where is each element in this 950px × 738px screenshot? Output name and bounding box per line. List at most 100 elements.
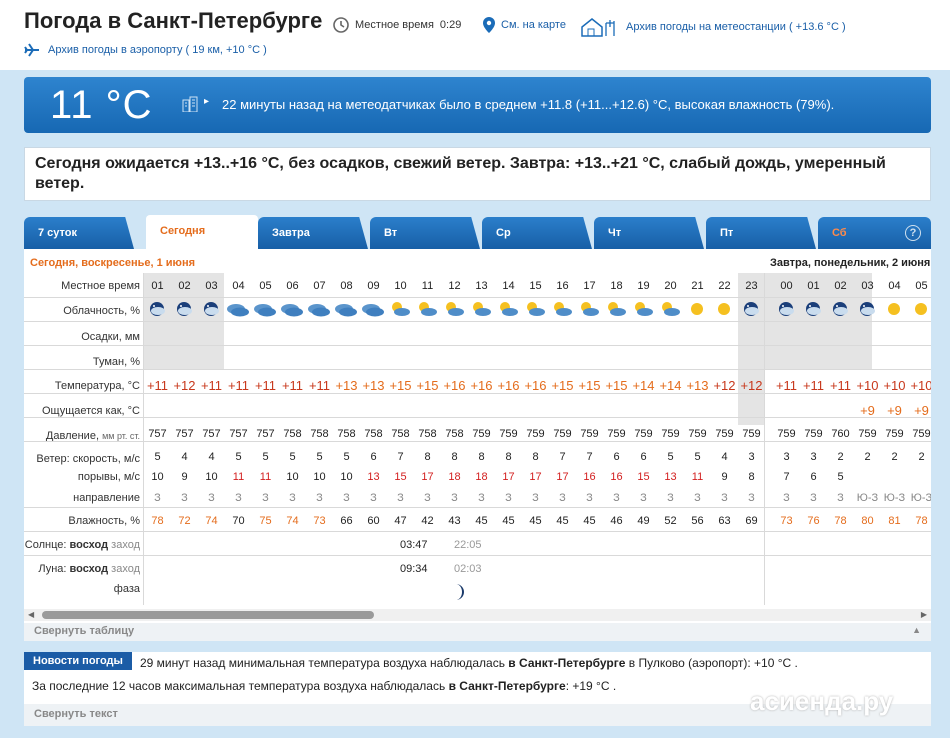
sunset-time: 22:05: [454, 539, 482, 551]
humidity-cell: 45: [556, 515, 569, 527]
label-direction: направление: [73, 492, 140, 504]
wind-speed-cell: 5: [343, 451, 350, 463]
tab-tomorrow[interactable]: Завтра: [258, 217, 368, 249]
pressure-cell: 759: [715, 428, 734, 440]
hour-cell: 06: [286, 280, 299, 292]
humidity-cell: 74: [205, 515, 218, 527]
sun-cloud-icon: [493, 301, 523, 320]
row-divider: [24, 297, 931, 298]
wind-speed-cell: 3: [810, 451, 817, 463]
news-line-1: 29 минут назад минимальная температура в…: [140, 656, 798, 670]
wind-direction-cell: З: [154, 492, 161, 504]
map-link[interactable]: См. на карте: [483, 17, 566, 33]
temperature-cell: +11: [775, 378, 798, 393]
wind-speed-cell: 7: [586, 451, 593, 463]
moonset-time: 02:03: [454, 563, 482, 575]
wind-gust-cell: 16: [610, 471, 623, 483]
collapse-table-label[interactable]: Свернуть таблицу: [34, 625, 134, 637]
tab-tue[interactable]: Вт: [370, 217, 480, 249]
wind-speed-cell: 8: [532, 451, 539, 463]
wind-direction-cell: Ю-З: [856, 492, 879, 504]
tab-wed[interactable]: Ср: [482, 217, 592, 249]
wind-speed-cell: 2: [837, 451, 844, 463]
pressure-cell: 758: [364, 428, 383, 440]
hour-cell: 21: [691, 280, 704, 292]
wind-gust-cell: 11: [259, 471, 272, 483]
hour-cell: 09: [367, 280, 380, 292]
tab-today[interactable]: Сегодня: [146, 215, 258, 249]
wind-gust-cell: 13: [367, 471, 380, 483]
label-pressure-unit: мм рт. ст.: [102, 431, 140, 441]
temperature-cell: +16: [443, 378, 466, 393]
wind-direction-cell: З: [837, 492, 844, 504]
chevron-right-icon: ▸: [204, 96, 210, 107]
humidity-cell: 46: [610, 515, 623, 527]
hourly-table-panel: Сегодня, воскресенье, 1 июня Завтра, пон…: [24, 249, 931, 641]
humidity-cell: 76: [807, 515, 820, 527]
wind-speed-cell: 3: [748, 451, 755, 463]
row-divider: [24, 369, 931, 370]
hour-cell: 07: [313, 280, 326, 292]
humidity-cell: 42: [421, 515, 434, 527]
wind-direction-cell: З: [810, 492, 817, 504]
wind-speed-cell: 7: [559, 451, 566, 463]
wind-direction-cell: З: [478, 492, 485, 504]
scrollbar-thumb[interactable]: [42, 611, 374, 619]
label-sunrise: восход: [69, 539, 109, 551]
label-wind: Ветер: скорость, м/с: [36, 453, 140, 465]
collapse-up-icon[interactable]: ▲: [912, 625, 921, 635]
map-link-label[interactable]: См. на карте: [501, 19, 566, 31]
airport-archive-link[interactable]: Архив погоды в аэропорту ( 19 км, +10 °C…: [24, 43, 267, 57]
help-icon[interactable]: ?: [905, 225, 921, 241]
wind-direction-cell: З: [694, 492, 701, 504]
humidity-cell: 80: [861, 515, 874, 527]
station-archive-link[interactable]: Архив погоды на метеостанции ( +13.6 °C …: [580, 17, 846, 37]
humidity-cell: 78: [915, 515, 928, 527]
tab-fri[interactable]: Пт: [706, 217, 816, 249]
wind-direction-cell: З: [262, 492, 269, 504]
humidity-cell: 45: [502, 515, 515, 527]
scroll-left-icon[interactable]: ◀: [28, 610, 34, 619]
wind-gust-cell: 11: [691, 471, 704, 483]
temperature-cell: +10: [910, 378, 931, 393]
tab-sat[interactable]: Сб ?: [818, 217, 931, 249]
humidity-cell: 72: [178, 515, 191, 527]
current-temperature: 11 °C: [50, 83, 153, 127]
wind-direction-cell: З: [532, 492, 539, 504]
wind-direction-cell: З: [208, 492, 215, 504]
collapse-table-button[interactable]: Свернуть таблицу ▲: [24, 623, 931, 641]
hour-cell: 05: [915, 280, 928, 292]
temperature-cell: +11: [227, 378, 250, 393]
sun-cloud-icon: [466, 301, 496, 320]
humidity-cell: 52: [664, 515, 677, 527]
temperature-cell: +13: [335, 378, 358, 393]
sun-cloud-icon: [385, 301, 415, 320]
horizontal-scrollbar[interactable]: ◀ ▶: [24, 609, 931, 621]
hour-cell: 20: [664, 280, 677, 292]
page-header: Погода в Санкт-Петербурге Местное время …: [0, 0, 950, 70]
scroll-right-icon[interactable]: ▶: [921, 610, 927, 619]
row-divider: [24, 393, 931, 394]
pressure-cell: 759: [607, 428, 626, 440]
tab-thu[interactable]: Чт: [594, 217, 704, 249]
wind-speed-cell: 4: [208, 451, 215, 463]
wind-direction-cell: З: [748, 492, 755, 504]
hourly-table[interactable]: Местное время Облачность, % Осадки, мм Т…: [24, 273, 931, 605]
hour-cell: 18: [610, 280, 623, 292]
tab-7-days[interactable]: 7 суток: [24, 217, 134, 249]
overcast-icon: [331, 301, 361, 320]
wind-direction-cell: З: [181, 492, 188, 504]
wind-gust-cell: 10: [151, 471, 164, 483]
humidity-cell: 69: [745, 515, 758, 527]
station-archive-label[interactable]: Архив погоды на метеостанции ( +13.6 °C …: [626, 21, 846, 33]
temperature-cell: +11: [254, 378, 277, 393]
date-row: Сегодня, воскресенье, 1 июня Завтра, пон…: [24, 253, 931, 273]
wind-gust-cell: 17: [421, 471, 434, 483]
overcast-icon: [358, 301, 388, 320]
pressure-cell: 759: [777, 428, 796, 440]
airport-archive-label[interactable]: Архив погоды в аэропорту ( 19 км, +10 °C…: [48, 44, 267, 56]
pressure-cell: 757: [175, 428, 194, 440]
wind-gust-cell: 7: [783, 471, 790, 483]
pressure-cell: 757: [202, 428, 221, 440]
hour-cell: 01: [151, 280, 164, 292]
